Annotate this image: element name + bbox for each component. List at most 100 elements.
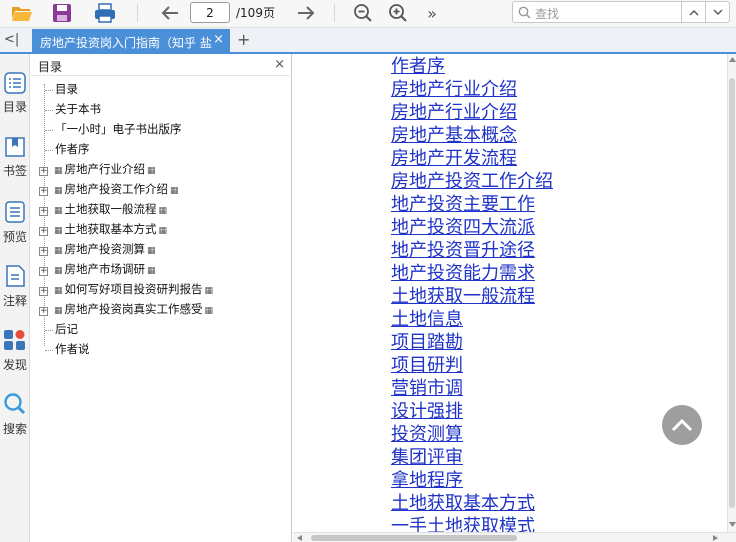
rail-item-search[interactable]: 搜索	[0, 392, 30, 437]
toc-item[interactable]: + ▦ 房地产行业介绍 ▦	[39, 161, 158, 181]
zoom-out-icon[interactable]	[350, 2, 376, 24]
rail-item-toc[interactable]: 目录	[0, 72, 30, 115]
expand-toggle-icon[interactable]: +	[39, 207, 48, 216]
placeholder-glyph-icon: ▦	[54, 306, 63, 316]
back-to-top-button[interactable]	[662, 405, 702, 445]
expand-toggle-icon[interactable]: +	[39, 307, 48, 316]
page-number-input[interactable]	[190, 2, 230, 23]
vertical-scroll-thumb[interactable]	[729, 78, 735, 508]
tab-label: 房地产投资岗入门指南（知乎 盐	[40, 36, 212, 50]
placeholder-glyph-icon: ▦	[54, 266, 63, 276]
expand-toggle-icon[interactable]: +	[39, 167, 48, 176]
toc-list-icon	[4, 72, 26, 94]
arrow-right-icon[interactable]	[293, 2, 319, 24]
tree-guide-line	[45, 90, 53, 91]
expand-toggle-icon[interactable]: +	[39, 187, 48, 196]
toc-item[interactable]: + ▦ 房地产投资测算 ▦	[39, 241, 158, 261]
rail-label: 搜索	[2, 422, 27, 436]
toc-item-label: 目录	[55, 82, 78, 96]
toc-item-label: 房地产市场调研	[64, 262, 146, 276]
placeholder-glyph-icon: ▦	[54, 286, 63, 296]
toc-item-label: 「一小时」电子书出版序	[55, 122, 182, 136]
tab-close-button[interactable]: ×	[213, 32, 224, 47]
tab-document[interactable]: 房地产投资岗入门指南（知乎 盐 ×	[32, 29, 230, 54]
side-rail: 目录 书签 预览 注释 发现 搜索	[0, 54, 30, 542]
expand-toggle-icon[interactable]: +	[39, 287, 48, 296]
search-prev-button[interactable]	[681, 2, 705, 22]
search-next-button[interactable]	[705, 2, 729, 22]
toc-item[interactable]: + ▦ 房地产投资工作介绍 ▦	[39, 181, 181, 201]
tree-guide-line	[45, 150, 53, 151]
collapse-panel-button[interactable]: <|	[4, 32, 19, 47]
tab-bar: <| 房地产投资岗入门指南（知乎 盐 × +	[0, 28, 736, 54]
rail-label: 注释	[2, 294, 27, 308]
search-icon	[518, 6, 531, 19]
toc-panel: 目录 × 目录 关于本书 「一小时」电子书出版序 作者序 + ▦ 房地产行业介绍 ▦ + ▦ 房地产…	[31, 54, 292, 542]
toc-item[interactable]: 作者说	[45, 341, 90, 361]
print-icon[interactable]	[92, 2, 118, 24]
zoom-in-icon[interactable]	[385, 2, 411, 24]
placeholder-glyph-icon: ▦	[54, 226, 63, 236]
toc-item[interactable]: 「一小时」电子书出版序	[45, 121, 182, 141]
horizontal-scrollbar[interactable]	[293, 532, 736, 542]
placeholder-glyph-icon: ▦	[158, 206, 168, 216]
toc-item-label: 如何写好项目投资研判报告	[64, 282, 203, 296]
placeholder-glyph-icon: ▦	[54, 186, 63, 196]
toc-item-label: 关于本书	[55, 102, 101, 116]
toc-item-label: 房地产行业介绍	[64, 162, 146, 176]
note-icon	[6, 265, 25, 287]
document-page: 作者序 房地产行业介绍 房地产行业介绍 房地产基本概念 房地产开发流程 房地产投资工作介绍…	[293, 54, 727, 537]
more-button[interactable]: »	[419, 2, 445, 24]
toc-item[interactable]: + ▦ 土地获取基本方式 ▦	[39, 221, 169, 241]
vertical-scrollbar[interactable]	[727, 54, 736, 532]
placeholder-glyph-icon: ▦	[204, 306, 214, 316]
save-icon[interactable]	[49, 2, 75, 24]
scroll-down-arrow-icon[interactable]	[729, 522, 736, 527]
placeholder-glyph-icon: ▦	[158, 226, 168, 236]
rail-label: 书签	[2, 164, 27, 178]
discover-icon	[4, 330, 25, 350]
rail-item-discover[interactable]: 发现	[0, 328, 30, 373]
expand-toggle-icon[interactable]: +	[39, 227, 48, 236]
rail-item-bookmark[interactable]: 书签	[0, 136, 30, 179]
rail-item-notes[interactable]: 注释	[0, 264, 30, 309]
horizontal-scroll-thumb[interactable]	[311, 535, 517, 541]
toc-item-label: 房地产投资岗真实工作感受	[64, 302, 203, 316]
scroll-up-arrow-icon[interactable]	[729, 57, 736, 62]
tree-guide-line	[45, 330, 53, 331]
expand-toggle-icon[interactable]: +	[39, 247, 48, 256]
chevron-down-icon	[713, 9, 722, 15]
tree-guide-line	[45, 350, 53, 351]
toc-item[interactable]: 关于本书	[45, 101, 101, 121]
toc-title: 目录	[38, 60, 63, 74]
toc-item[interactable]: + ▦ 房地产投资岗真实工作感受 ▦	[39, 301, 215, 321]
new-tab-button[interactable]: +	[237, 30, 250, 49]
toc-item-label: 后记	[55, 322, 78, 336]
tree-guide-line	[45, 110, 53, 111]
toolbar: /109页 » 查找	[0, 0, 736, 28]
scroll-right-arrow-icon[interactable]	[713, 535, 718, 541]
folder-open-icon[interactable]	[9, 2, 35, 24]
placeholder-glyph-icon: ▦	[54, 246, 63, 256]
scroll-left-arrow-icon[interactable]	[297, 535, 302, 541]
toc-item[interactable]: + ▦ 如何写好项目投资研判报告 ▦	[39, 281, 215, 301]
arrow-left-icon[interactable]	[157, 2, 183, 24]
placeholder-glyph-icon: ▦	[54, 206, 63, 216]
expand-toggle-icon[interactable]: +	[39, 267, 48, 276]
placeholder-glyph-icon: ▦	[147, 166, 156, 176]
rail-label: 预览	[2, 230, 27, 244]
search-icon	[4, 393, 26, 415]
toc-item-label: 房地产投资测算	[64, 242, 146, 256]
bookmark-icon	[5, 137, 25, 157]
toc-item[interactable]: 后记	[45, 321, 78, 341]
toc-item[interactable]: 作者序	[45, 141, 90, 161]
placeholder-glyph-icon: ▦	[147, 266, 156, 276]
toc-item-label: 作者说	[55, 342, 90, 356]
toc-close-button[interactable]: ×	[274, 57, 285, 72]
search-box[interactable]: 查找	[512, 1, 730, 23]
rail-item-preview[interactable]: 预览	[0, 200, 30, 245]
toc-item[interactable]: + ▦ 房地产市场调研 ▦	[39, 261, 158, 281]
toc-item[interactable]: 目录	[45, 81, 78, 101]
toolbar-separator	[334, 4, 335, 22]
toc-item[interactable]: + ▦ 土地获取一般流程 ▦	[39, 201, 169, 221]
